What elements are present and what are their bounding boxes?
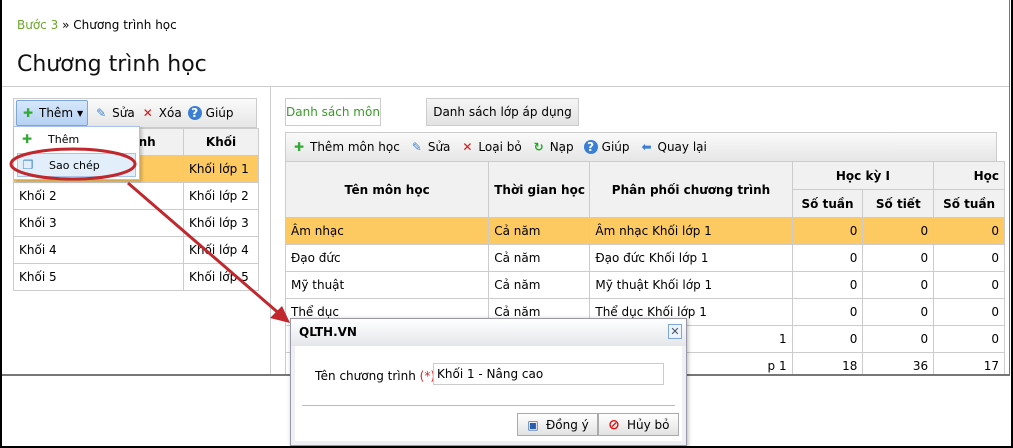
close-icon[interactable]: ✕ <box>668 324 682 339</box>
dialog-titlebar: QLTH.VN ✕ <box>291 319 686 346</box>
divider <box>302 405 675 406</box>
save-icon: ▣ <box>527 417 539 432</box>
program-name-input[interactable] <box>433 363 664 385</box>
cancel-button[interactable]: ⊘ Hủy bỏ <box>598 413 679 436</box>
copy-program-dialog: QLTH.VN ✕ Tên chương trình (*) ▣ Đồng ý ⊘… <box>290 318 687 446</box>
program-name-label: Tên chương trình (*) <box>315 369 435 383</box>
ok-button[interactable]: ▣ Đồng ý <box>517 413 598 436</box>
cancel-icon: ⊘ <box>608 416 620 433</box>
dialog-body: Tên chương trình (*) ▣ Đồng ý ⊘ Hủy bỏ <box>295 346 682 441</box>
label: Hủy bỏ <box>627 417 670 432</box>
label-text: Tên chương trình <box>315 369 416 383</box>
highlight-ellipse <box>9 147 137 181</box>
label: Đồng ý <box>546 417 589 432</box>
annotation-arrow <box>127 181 283 318</box>
dialog-title: QLTH.VN <box>299 325 357 339</box>
